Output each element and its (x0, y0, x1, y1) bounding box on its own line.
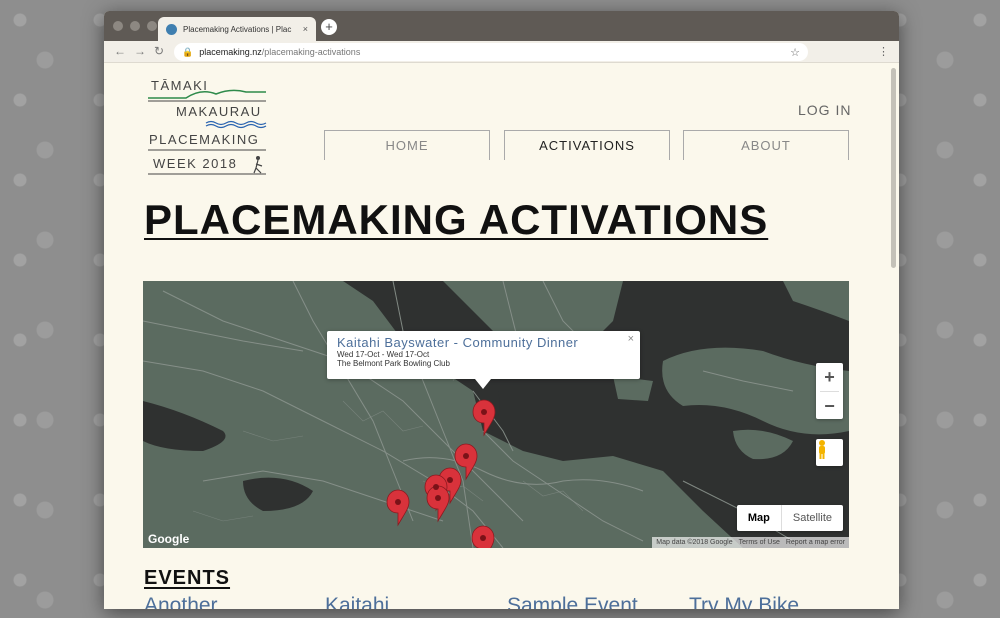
login-link[interactable]: LOG IN (798, 102, 851, 118)
logo-line-4: WEEK 2018 (153, 156, 237, 171)
forward-button[interactable]: → (134, 44, 146, 58)
browser-window: Placemaking Activations | Plac × + ← → ↻… (104, 11, 899, 609)
events-heading: EVENTS (144, 567, 231, 589)
street-view-pegman-icon[interactable] (816, 439, 843, 466)
favicon-icon (166, 23, 177, 35)
nav-activations[interactable]: ACTIVATIONS (504, 130, 670, 160)
map-data-credit: Map data ©2018 Google (656, 539, 733, 546)
event-link[interactable]: Kaitahi (325, 594, 389, 609)
browser-menu-icon[interactable]: ⋮ (878, 45, 889, 58)
url-text: placemaking.nz/placemaking-activations (199, 47, 361, 57)
page-content: TĀMAKI MAKAURAU PLACEMAKING WEEK 2018 LO… (104, 64, 899, 609)
info-window-close-icon[interactable]: × (628, 333, 634, 345)
browser-toolbar: ← → ↻ 🔒 placemaking.nz/placemaking-activ… (104, 41, 899, 63)
report-map-error-link[interactable]: Report a map error (786, 539, 845, 546)
logo-line-2: MAKAURAU (176, 104, 262, 119)
new-tab-button[interactable]: + (321, 19, 337, 35)
event-link[interactable]: Try My Bike (689, 594, 799, 609)
back-button[interactable]: ← (114, 44, 126, 58)
tab-close-icon[interactable]: × (303, 24, 308, 34)
terms-of-use-link[interactable]: Terms of Use (739, 539, 780, 546)
scrollbar[interactable] (891, 68, 896, 268)
google-logo[interactable]: Google (148, 532, 189, 546)
map-attribution: Map data ©2018 Google Terms of Use Repor… (652, 537, 849, 548)
maximize-window-button[interactable] (147, 21, 157, 31)
map-type-map-button[interactable]: Map (737, 505, 782, 531)
map-type-satellite-button[interactable]: Satellite (782, 505, 843, 531)
bookmark-star-icon[interactable]: ☆ (790, 46, 800, 59)
event-map[interactable]: Kaitahi Bayswater - Community Dinner Wed… (143, 281, 849, 548)
site-logo[interactable]: TĀMAKI MAKAURAU PLACEMAKING WEEK 2018 (146, 76, 271, 176)
address-bar[interactable]: 🔒 placemaking.nz/placemaking-activations… (174, 43, 808, 61)
zoom-out-button[interactable]: − (816, 392, 843, 420)
logo-line-3: PLACEMAKING (149, 132, 259, 147)
info-window-title[interactable]: Kaitahi Bayswater - Community Dinner (337, 335, 630, 350)
map-type-control: Map Satellite (736, 505, 843, 531)
logo-line-1: TĀMAKI (151, 78, 208, 93)
close-window-button[interactable] (113, 21, 123, 31)
reload-button[interactable]: ↻ (154, 44, 164, 58)
window-controls (113, 21, 157, 31)
map-info-window: Kaitahi Bayswater - Community Dinner Wed… (327, 331, 640, 389)
zoom-in-button[interactable]: + (816, 363, 843, 391)
nav-about[interactable]: ABOUT (683, 130, 849, 160)
lock-icon: 🔒 (182, 46, 194, 57)
nav-home[interactable]: HOME (324, 130, 490, 160)
zoom-control: + − (816, 363, 843, 419)
page-title: PLACEMAKING ACTIVATIONS (144, 196, 769, 243)
tab-title: Placemaking Activations | Plac (183, 24, 292, 34)
info-window-venue: The Belmont Park Bowling Club (337, 359, 450, 368)
event-link[interactable]: Another (144, 594, 218, 609)
minimize-window-button[interactable] (130, 21, 140, 31)
browser-tab[interactable]: Placemaking Activations | Plac × (158, 17, 316, 41)
event-link[interactable]: Sample Event (507, 594, 638, 609)
tab-bar: Placemaking Activations | Plac × + (104, 11, 899, 41)
info-window-dates: Wed 17-Oct - Wed 17-Oct (337, 350, 430, 359)
